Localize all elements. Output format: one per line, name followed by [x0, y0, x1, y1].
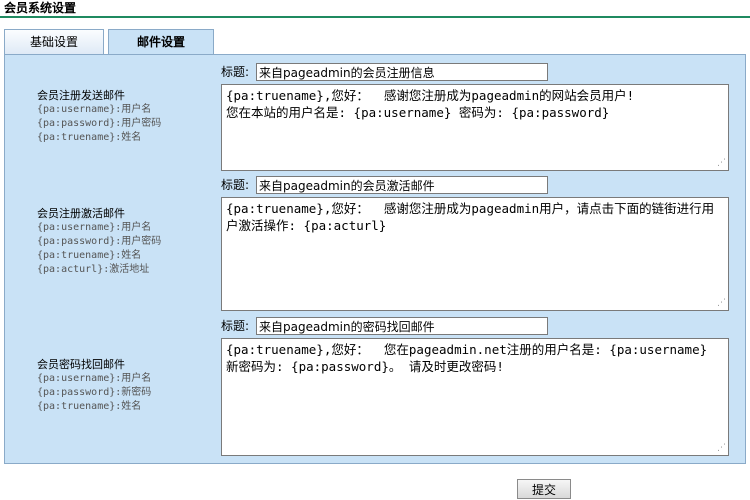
section-info: 会员注册激活邮件 {pa:username}:用户名 {pa:password}… [37, 207, 161, 277]
resize-grip-icon[interactable]: ⋰ [717, 298, 727, 308]
section-title: 会员密码找回邮件 [37, 358, 125, 371]
subject-label: 标题: [221, 178, 250, 192]
variable-hint: {pa:username}:用户名 [37, 373, 152, 384]
variable-hint: {pa:truename}:姓名 [37, 250, 142, 261]
variable-hint: {pa:truename}:姓名 [37, 132, 142, 143]
variable-hint: {pa:acturl}:激活地址 [37, 264, 150, 275]
title-divider [0, 16, 750, 18]
section-title: 会员注册发送邮件 [37, 89, 125, 102]
resize-grip-icon[interactable]: ⋰ [717, 443, 727, 453]
submit-button[interactable]: 提交 [517, 479, 571, 499]
variable-hint: {pa:truename}:姓名 [37, 401, 142, 412]
subject-input[interactable] [256, 176, 548, 194]
resize-grip-icon[interactable]: ⋰ [717, 158, 727, 168]
variable-hint: {pa:password}:新密码 [37, 387, 152, 398]
body-textarea[interactable]: {pa:truename},您好： 您在pageadmin.net注册的用户名是… [221, 338, 729, 456]
variable-hint: {pa:username}:用户名 [37, 222, 152, 233]
variable-hint: {pa:username}:用户名 [37, 104, 152, 115]
tab-mail-settings[interactable]: 邮件设置 [108, 29, 214, 55]
variable-hint: {pa:password}:用户密码 [37, 118, 162, 129]
section-title: 会员注册激活邮件 [37, 207, 125, 220]
subject-input[interactable] [256, 317, 548, 335]
page-title: 会员系统设置 [4, 1, 77, 15]
subject-input[interactable] [256, 63, 548, 81]
section-info: 会员注册发送邮件 {pa:username}:用户名 {pa:password}… [37, 89, 161, 145]
body-textarea[interactable]: {pa:truename},您好： 感谢您注册成为pageadmin用户，请点击… [221, 197, 729, 311]
body-textarea[interactable]: {pa:truename},您好： 感谢您注册成为pageadmin的网站会员用… [221, 84, 729, 171]
section-info: 会员密码找回邮件 {pa:username}:用户名 {pa:password}… [37, 358, 151, 414]
subject-label: 标题: [221, 319, 250, 333]
tab-basic-settings[interactable]: 基础设置 [4, 29, 104, 54]
variable-hint: {pa:password}:用户密码 [37, 236, 162, 247]
mail-settings-panel: 会员注册发送邮件 {pa:username}:用户名 {pa:password}… [4, 54, 746, 464]
subject-label: 标题: [221, 65, 250, 79]
